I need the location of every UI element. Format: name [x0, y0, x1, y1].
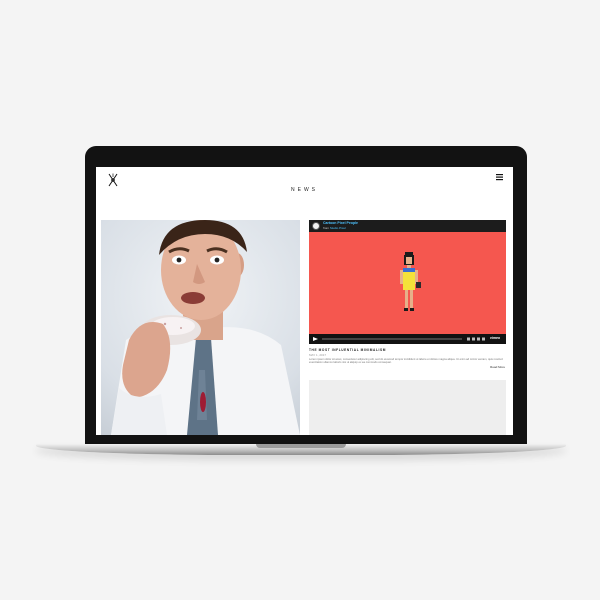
laptop-screen: NEWS Cartoon Pixel People from Studio Pi… [96, 167, 513, 435]
video-header: Cartoon Pixel People from Studio Pixel [309, 220, 506, 232]
play-icon[interactable] [313, 337, 318, 341]
player-controls: vimeo [309, 334, 506, 344]
article-title[interactable]: THE MOST INFLUENTIAL MINIMALISM [309, 348, 386, 352]
video-player[interactable]: Cartoon Pixel People from Studio Pixel v… [309, 220, 506, 344]
video-byline: from Studio Pixel [323, 226, 346, 230]
logo-icon[interactable] [106, 173, 120, 187]
hamburger-menu-icon[interactable] [496, 173, 503, 181]
pixel-woman-figure [400, 252, 421, 311]
page-title: NEWS [291, 187, 318, 193]
news-photo-card[interactable] [101, 220, 300, 435]
video-frame[interactable] [309, 232, 506, 334]
video-title[interactable]: Cartoon Pixel People [323, 221, 358, 225]
article-excerpt: Lorem ipsum dolor sit amet, consectetur … [309, 358, 503, 365]
video-author-link[interactable]: Studio Pixel [330, 226, 346, 230]
vimeo-logo[interactable]: vimeo [490, 336, 500, 340]
player-settings-icons[interactable] [467, 337, 487, 341]
article-date: MAY 1, 2017 [309, 353, 327, 357]
read-more-link[interactable]: Read More [490, 365, 505, 369]
news-card-placeholder [309, 380, 506, 435]
laptop-notch [256, 444, 346, 448]
channel-avatar[interactable] [312, 222, 320, 230]
byline-prefix: from [323, 226, 329, 230]
progress-bar[interactable] [322, 338, 462, 340]
man-eating-donut-image [111, 220, 300, 435]
